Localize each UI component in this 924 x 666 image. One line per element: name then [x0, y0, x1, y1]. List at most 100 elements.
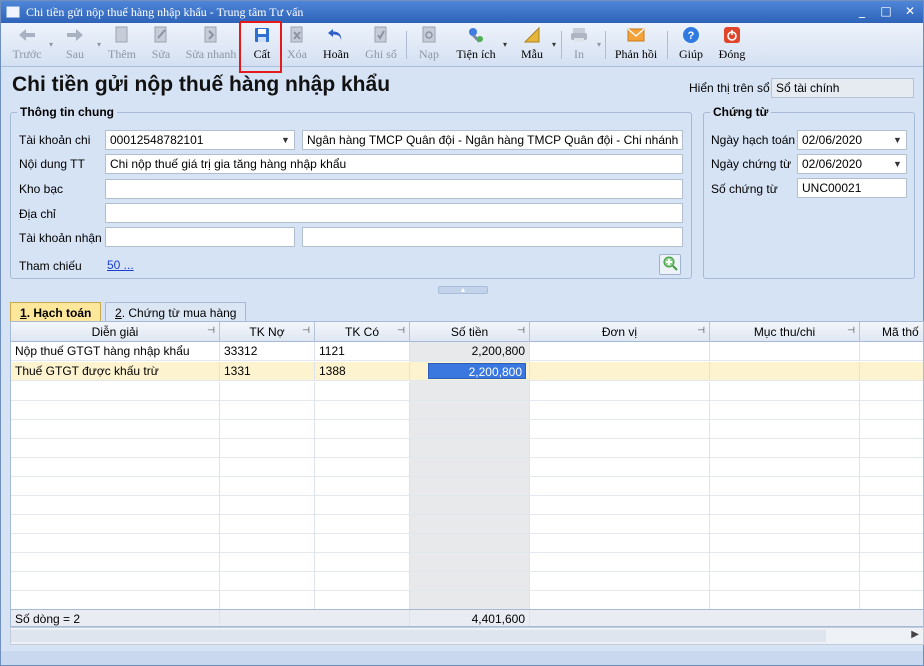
collapse-splitter[interactable]: ▲	[438, 286, 488, 294]
empty-cell[interactable]	[710, 458, 860, 477]
empty-table-row[interactable]	[11, 439, 923, 458]
empty-table-row[interactable]	[11, 458, 923, 477]
empty-cell[interactable]	[315, 591, 410, 610]
table-row-selected[interactable]: Thuế GTGT được khấu trừ 1331 1388 2,200,…	[11, 362, 923, 381]
posting-date-field[interactable]: 02/06/2020 ▼	[797, 130, 907, 150]
empty-cell[interactable]	[315, 439, 410, 458]
empty-cell[interactable]	[530, 458, 710, 477]
empty-cell[interactable]	[315, 496, 410, 515]
empty-table-row[interactable]	[11, 534, 923, 553]
empty-cell[interactable]	[710, 591, 860, 610]
close-button[interactable]: Đóng	[717, 25, 747, 65]
empty-cell[interactable]	[410, 534, 530, 553]
empty-cell[interactable]	[11, 439, 220, 458]
column-unit[interactable]: Đơn vị ⊣	[530, 322, 710, 342]
empty-cell[interactable]	[530, 420, 710, 439]
empty-cell[interactable]	[410, 553, 530, 572]
empty-cell[interactable]	[710, 572, 860, 591]
empty-table-row[interactable]	[11, 553, 923, 572]
empty-cell[interactable]	[315, 458, 410, 477]
delete-button[interactable]: Xóa	[284, 25, 310, 65]
amount-edit-input[interactable]: 2,200,800	[428, 363, 526, 379]
empty-cell[interactable]	[11, 515, 220, 534]
chevron-down-icon[interactable]: ▼	[889, 155, 906, 173]
row-revenue-expense[interactable]	[710, 342, 860, 361]
empty-cell[interactable]	[11, 420, 220, 439]
empty-cell[interactable]	[530, 477, 710, 496]
empty-cell[interactable]	[710, 439, 860, 458]
empty-cell[interactable]	[410, 439, 530, 458]
prev-button[interactable]: Trước ▾	[7, 25, 53, 65]
empty-cell[interactable]	[315, 382, 410, 401]
empty-cell[interactable]	[220, 591, 315, 610]
account-combo[interactable]: 00012548782101 ▼	[105, 130, 295, 150]
empty-table-row[interactable]	[11, 515, 923, 534]
template-button[interactable]: Mẫu ▾	[518, 25, 556, 65]
row-unit[interactable]	[530, 362, 710, 381]
empty-cell[interactable]	[710, 515, 860, 534]
empty-table-row[interactable]	[11, 591, 923, 610]
help-button[interactable]: ? Giúp	[677, 25, 705, 65]
tab-purchase-vouchers[interactable]: 2. Chứng từ mua hàng	[105, 302, 247, 322]
empty-cell[interactable]	[410, 420, 530, 439]
empty-table-row[interactable]	[11, 477, 923, 496]
empty-cell[interactable]	[315, 401, 410, 420]
empty-cell[interactable]	[220, 572, 315, 591]
empty-cell[interactable]	[710, 477, 860, 496]
chevron-down-icon[interactable]: ▼	[277, 131, 294, 149]
empty-cell[interactable]	[11, 553, 220, 572]
empty-cell[interactable]	[530, 382, 710, 401]
display-on-book-field[interactable]: Sổ tài chính	[771, 78, 914, 98]
empty-table-row[interactable]	[11, 496, 923, 515]
empty-cell[interactable]	[410, 496, 530, 515]
minimize-icon[interactable]: _	[855, 4, 869, 18]
empty-table-row[interactable]	[11, 420, 923, 439]
undo-button[interactable]: Hoãn	[320, 25, 352, 65]
empty-cell[interactable]	[530, 572, 710, 591]
empty-cell[interactable]	[315, 572, 410, 591]
empty-cell[interactable]	[220, 496, 315, 515]
empty-cell[interactable]	[410, 572, 530, 591]
content-field[interactable]: Chi nộp thuế giá trị gia tăng hàng nhập …	[105, 154, 683, 174]
empty-cell[interactable]	[11, 382, 220, 401]
column-credit[interactable]: TK Có ⊣	[315, 322, 410, 342]
column-debit[interactable]: TK Nợ ⊣	[220, 322, 315, 342]
empty-cell[interactable]	[410, 458, 530, 477]
row-revenue-expense[interactable]	[710, 362, 860, 381]
row-debit[interactable]: 1331	[220, 362, 315, 381]
column-statistics-code[interactable]: Mã thố	[860, 322, 923, 342]
empty-cell[interactable]	[315, 553, 410, 572]
add-button[interactable]: Thêm	[105, 25, 139, 65]
column-revenue-expense[interactable]: Mục thu/chi ⊣	[710, 322, 860, 342]
add-reference-button[interactable]	[659, 254, 681, 275]
empty-cell[interactable]	[530, 553, 710, 572]
row-amount[interactable]: 2,200,800	[410, 342, 530, 361]
empty-cell[interactable]	[710, 382, 860, 401]
receive-bank-field[interactable]	[302, 227, 683, 247]
empty-cell[interactable]	[530, 496, 710, 515]
empty-cell[interactable]	[410, 515, 530, 534]
quick-edit-button[interactable]: Sửa nhanh	[183, 25, 239, 65]
reload-button[interactable]: Nạp	[415, 25, 443, 65]
empty-cell[interactable]	[710, 420, 860, 439]
address-field[interactable]	[105, 203, 683, 223]
empty-cell[interactable]	[410, 591, 530, 610]
receive-account-field[interactable]	[105, 227, 295, 247]
empty-cell[interactable]	[11, 496, 220, 515]
row-description[interactable]: Thuế GTGT được khấu trừ	[11, 362, 220, 381]
row-credit[interactable]: 1121	[315, 342, 410, 361]
close-window-icon[interactable]: ✕	[903, 4, 917, 18]
empty-cell[interactable]	[530, 401, 710, 420]
next-button[interactable]: Sau ▾	[59, 25, 101, 65]
chevron-down-icon[interactable]: ▼	[889, 131, 906, 149]
empty-cell[interactable]	[710, 534, 860, 553]
post-button[interactable]: Ghi sổ	[363, 25, 399, 65]
empty-cell[interactable]	[315, 515, 410, 534]
horizontal-scrollbar[interactable]: ▶	[10, 627, 924, 645]
empty-cell[interactable]	[410, 477, 530, 496]
treasury-field[interactable]	[105, 179, 683, 199]
empty-cell[interactable]	[315, 534, 410, 553]
empty-cell[interactable]	[710, 553, 860, 572]
row-unit[interactable]	[530, 342, 710, 361]
empty-cell[interactable]	[315, 420, 410, 439]
